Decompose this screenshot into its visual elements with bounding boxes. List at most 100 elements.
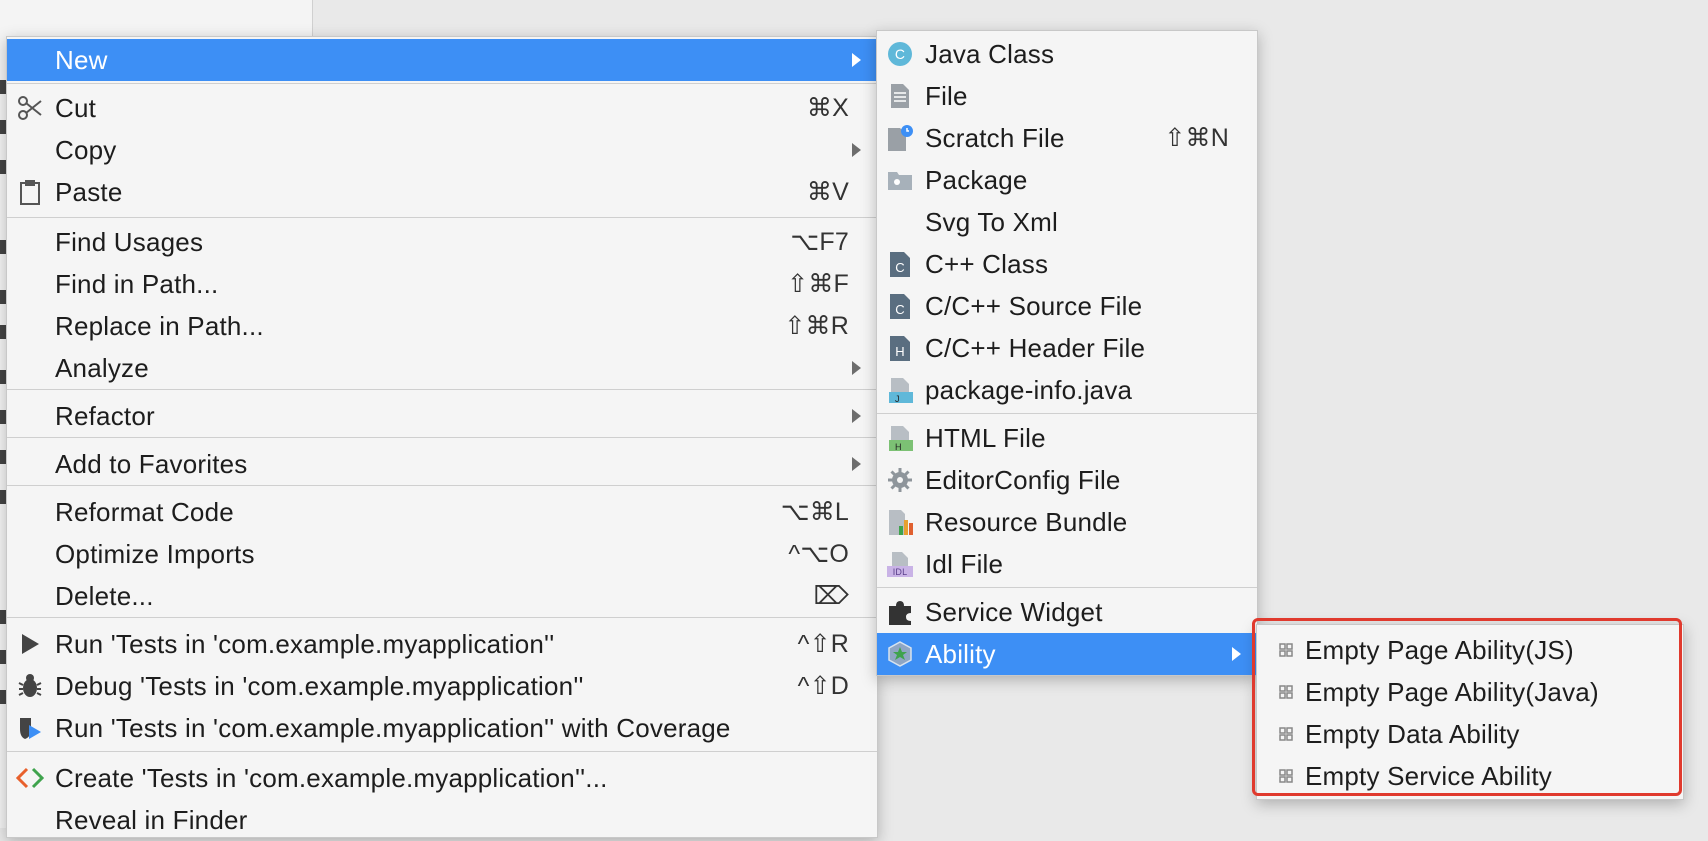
shortcut-text: ⌦ bbox=[813, 582, 849, 610]
menu-item-copy[interactable]: Copy bbox=[7, 129, 877, 171]
menu-item-run-with-coverage[interactable]: Run 'Tests in 'com.example.myapplication… bbox=[7, 707, 877, 749]
scissors-icon bbox=[15, 93, 45, 123]
separator bbox=[877, 587, 1257, 588]
idl-file-icon: IDL bbox=[885, 549, 915, 579]
menu-item-reformat-code[interactable]: Reformat Code ⌥⌘L bbox=[7, 491, 877, 533]
separator bbox=[7, 83, 877, 84]
java-class-icon: C bbox=[885, 39, 915, 69]
new-item-c-header-file[interactable]: H C/C++ Header File bbox=[877, 327, 1257, 369]
svg-text:C: C bbox=[895, 260, 905, 275]
menu-item-optimize-imports[interactable]: Optimize Imports ^⌥O bbox=[7, 533, 877, 575]
ability-item-empty-page-java[interactable]: Empty Page Ability(Java) bbox=[1257, 671, 1683, 713]
menu-item-label: Empty Page Ability(Java) bbox=[1305, 676, 1599, 707]
menu-item-label: Resource Bundle bbox=[925, 506, 1128, 537]
puzzle-icon bbox=[885, 597, 915, 627]
menu-item-cut[interactable]: Cut ⌘X bbox=[7, 87, 877, 129]
clipboard-icon bbox=[15, 177, 45, 207]
menu-item-find-usages[interactable]: Find Usages ⌥F7 bbox=[7, 221, 877, 263]
menu-item-find-in-path[interactable]: Find in Path... ⇧⌘F bbox=[7, 263, 877, 305]
new-item-ability[interactable]: Ability bbox=[877, 633, 1257, 675]
svg-text:J: J bbox=[895, 394, 900, 404]
new-item-java-class[interactable]: C Java Class bbox=[877, 33, 1257, 75]
separator bbox=[7, 751, 877, 752]
menu-item-label: Run 'Tests in 'com.example.myapplication… bbox=[55, 712, 731, 743]
svg-text:H: H bbox=[895, 344, 905, 359]
menu-item-label: Paste bbox=[55, 176, 123, 207]
new-item-svg-to-xml[interactable]: Svg To Xml bbox=[877, 201, 1257, 243]
menu-item-create-tests[interactable]: Create 'Tests in 'com.example.myapplicat… bbox=[7, 757, 877, 799]
menu-item-label: Java Class bbox=[925, 38, 1055, 69]
menu-item-label: Svg To Xml bbox=[925, 206, 1059, 237]
shortcut-text: ⌥⌘L bbox=[780, 498, 849, 526]
menu-item-label: Copy bbox=[55, 134, 117, 165]
html-file-icon: H bbox=[885, 423, 915, 453]
new-item-html-file[interactable]: H HTML File bbox=[877, 417, 1257, 459]
menu-item-label: Refactor bbox=[55, 400, 155, 431]
shortcut-text: ⇧⌘N bbox=[1164, 124, 1229, 152]
new-item-service-widget[interactable]: Service Widget bbox=[877, 591, 1257, 633]
separator bbox=[7, 485, 877, 486]
menu-item-label: HTML File bbox=[925, 422, 1046, 453]
menu-item-delete[interactable]: Delete... ⌦ bbox=[7, 575, 877, 617]
menu-item-add-to-favorites[interactable]: Add to Favorites bbox=[7, 443, 877, 485]
package-folder-icon bbox=[885, 165, 915, 195]
menu-item-label: Optimize Imports bbox=[55, 538, 255, 569]
separator bbox=[7, 437, 877, 438]
menu-item-label: Create 'Tests in 'com.example.myapplicat… bbox=[55, 762, 608, 793]
template-icon bbox=[1271, 677, 1301, 707]
menu-item-label: C/C++ Header File bbox=[925, 332, 1146, 363]
shortcut-text: ⌘V bbox=[806, 178, 849, 206]
package-info-icon: J bbox=[885, 375, 915, 405]
new-item-package[interactable]: Package bbox=[877, 159, 1257, 201]
new-item-editorconfig-file[interactable]: EditorConfig File bbox=[877, 459, 1257, 501]
menu-item-label: package-info.java bbox=[925, 374, 1133, 405]
svg-text:IDL: IDL bbox=[893, 567, 908, 577]
svg-text:C: C bbox=[895, 302, 905, 317]
new-item-idl-file[interactable]: IDL Idl File bbox=[877, 543, 1257, 585]
menu-item-label: Service Widget bbox=[925, 596, 1103, 627]
coverage-icon bbox=[15, 713, 45, 743]
menu-item-analyze[interactable]: Analyze bbox=[7, 347, 877, 389]
context-menu: New Cut ⌘X Copy Paste ⌘V Find Usages ⌥F7… bbox=[6, 36, 878, 838]
ability-submenu: Empty Page Ability(JS) Empty Page Abilit… bbox=[1256, 624, 1684, 800]
ability-item-empty-data[interactable]: Empty Data Ability bbox=[1257, 713, 1683, 755]
submenu-arrow-icon bbox=[852, 53, 861, 67]
menu-item-label: Empty Page Ability(JS) bbox=[1305, 634, 1574, 665]
shortcut-text: ⇧⌘F bbox=[787, 270, 849, 298]
new-item-cpp-class[interactable]: C C++ Class bbox=[877, 243, 1257, 285]
menu-item-label: Debug 'Tests in 'com.example.myapplicati… bbox=[55, 670, 584, 701]
separator bbox=[877, 413, 1257, 414]
menu-item-run-tests[interactable]: Run 'Tests in 'com.example.myapplication… bbox=[7, 623, 877, 665]
gear-icon bbox=[885, 465, 915, 495]
menu-item-label: Ability bbox=[925, 638, 996, 669]
menu-item-reveal-in-finder[interactable]: Reveal in Finder bbox=[7, 799, 877, 841]
menu-item-label: Add to Favorites bbox=[55, 448, 248, 479]
menu-item-label: C++ Class bbox=[925, 248, 1049, 279]
menu-item-label: Empty Service Ability bbox=[1305, 760, 1552, 791]
menu-item-refactor[interactable]: Refactor bbox=[7, 395, 877, 437]
menu-item-replace-in-path[interactable]: Replace in Path... ⇧⌘R bbox=[7, 305, 877, 347]
menu-item-label: Analyze bbox=[55, 352, 149, 383]
file-icon bbox=[885, 81, 915, 111]
ability-icon bbox=[885, 639, 915, 669]
menu-item-debug-tests[interactable]: Debug 'Tests in 'com.example.myapplicati… bbox=[7, 665, 877, 707]
menu-item-new[interactable]: New bbox=[7, 39, 877, 81]
menu-item-label: Package bbox=[925, 164, 1028, 195]
new-item-file[interactable]: File bbox=[877, 75, 1257, 117]
menu-item-label: Reformat Code bbox=[55, 496, 234, 527]
menu-item-label: New bbox=[55, 44, 108, 75]
run-icon bbox=[15, 629, 45, 659]
separator bbox=[7, 389, 877, 390]
ability-item-empty-service[interactable]: Empty Service Ability bbox=[1257, 755, 1683, 797]
menu-item-label: Reveal in Finder bbox=[55, 804, 248, 835]
cpp-class-icon: C bbox=[885, 249, 915, 279]
submenu-arrow-icon bbox=[852, 409, 861, 423]
ability-item-empty-page-js[interactable]: Empty Page Ability(JS) bbox=[1257, 629, 1683, 671]
c-source-file-icon: C bbox=[885, 291, 915, 321]
new-item-resource-bundle[interactable]: Resource Bundle bbox=[877, 501, 1257, 543]
new-item-c-source-file[interactable]: C C/C++ Source File bbox=[877, 285, 1257, 327]
new-item-package-info[interactable]: J package-info.java bbox=[877, 369, 1257, 411]
menu-item-paste[interactable]: Paste ⌘V bbox=[7, 171, 877, 213]
menu-item-label: Cut bbox=[55, 92, 97, 123]
new-item-scratch-file[interactable]: Scratch File ⇧⌘N bbox=[877, 117, 1257, 159]
